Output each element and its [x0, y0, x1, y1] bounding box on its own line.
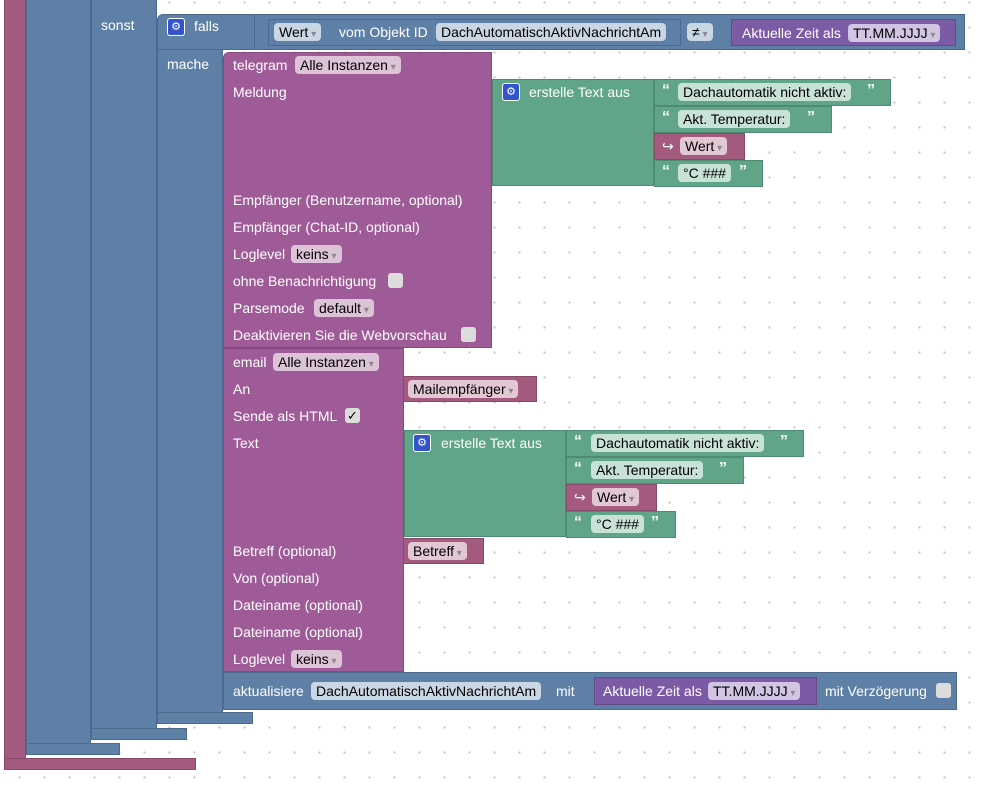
- text-field[interactable]: °C ###: [591, 515, 644, 533]
- email-instance-dropdown[interactable]: Alle Instanzen: [273, 353, 379, 371]
- quote-close-icon: ”: [651, 514, 659, 531]
- loglevel-dropdown[interactable]: keins: [291, 245, 342, 263]
- delay-checkbox[interactable]: [936, 683, 951, 698]
- silent-checkbox[interactable]: [388, 273, 403, 288]
- update-label: aktualisiere: [233, 683, 304, 699]
- value-dropdown[interactable]: Wert: [274, 23, 322, 41]
- recipient-chat-label: Empfänger (Chat-ID, optional): [233, 219, 420, 235]
- quote-close-icon: ”: [719, 460, 727, 477]
- text-join-label: erstelle Text aus: [529, 84, 630, 100]
- quote-open-icon: “: [662, 82, 670, 99]
- return-arrow-icon: ↪: [662, 138, 674, 154]
- email-label: email: [233, 354, 267, 370]
- filename-label: Dateiname (optional): [233, 624, 363, 640]
- subject-label: Betreff (optional): [233, 543, 337, 559]
- text-field[interactable]: Akt. Temperatur:: [591, 461, 704, 479]
- html-checkbox[interactable]: ✓: [345, 408, 360, 423]
- text-label: Text: [233, 435, 259, 451]
- quote-open-icon: “: [574, 514, 582, 531]
- text-field[interactable]: Dachautomatik nicht aktiv:: [678, 83, 852, 101]
- outer-variable-block[interactable]: [4, 0, 26, 770]
- text-field[interactable]: °C ###: [678, 164, 731, 182]
- parsemode-dropdown[interactable]: default: [314, 299, 374, 317]
- return-arrow-icon: ↪: [574, 489, 586, 505]
- else-block-bottom: [91, 728, 187, 740]
- text-field[interactable]: Akt. Temperatur:: [678, 110, 791, 128]
- silent-label: ohne Benachrichtigung: [233, 273, 377, 289]
- gear-icon[interactable]: ⚙: [413, 434, 431, 452]
- if-block-bottom: [157, 712, 253, 724]
- disable-preview-checkbox[interactable]: [461, 327, 476, 342]
- outer-block-bottom: [4, 758, 196, 770]
- with-label: mit: [556, 683, 575, 699]
- from-label: Von (optional): [233, 570, 320, 586]
- delay-label: mit Verzögerung: [825, 683, 927, 699]
- disable-preview-label: Deaktivieren Sie die Webvorschau: [233, 327, 447, 343]
- html-label: Sende als HTML: [233, 408, 338, 424]
- quote-open-icon: “: [574, 433, 582, 450]
- quote-open-icon: “: [662, 109, 670, 126]
- time-format-dropdown[interactable]: TT.MM.JJJJ: [848, 24, 941, 42]
- quote-close-icon: ”: [780, 433, 788, 450]
- time-label: Aktuelle Zeit als: [603, 683, 702, 699]
- recipient-user-label: Empfänger (Benutzername, optional): [233, 192, 463, 208]
- value-dropdown[interactable]: Wert: [592, 488, 640, 506]
- parsemode-label: Parsemode: [233, 300, 305, 316]
- outer-logic-bottom: [26, 743, 120, 755]
- loglevel-label: Loglevel: [233, 246, 286, 262]
- gear-icon[interactable]: ⚙: [502, 83, 520, 101]
- recipient-variable-dropdown[interactable]: Mailempfänger: [408, 380, 519, 398]
- quote-close-icon: ”: [807, 109, 815, 126]
- else-label: sonst: [101, 17, 135, 33]
- to-label: An: [233, 381, 251, 397]
- telegram-label: telegram: [233, 57, 288, 73]
- object-label: vom Objekt ID: [339, 24, 428, 40]
- time-format-dropdown[interactable]: TT.MM.JJJJ: [708, 682, 801, 700]
- if-label: falls: [194, 18, 219, 34]
- telegram-instance-dropdown[interactable]: Alle Instanzen: [295, 56, 401, 74]
- quote-open-icon: “: [662, 163, 670, 180]
- operator-dropdown[interactable]: ≠: [687, 23, 713, 41]
- if-do-column: [157, 49, 223, 720]
- subject-variable-dropdown[interactable]: Betreff: [408, 542, 467, 560]
- quote-close-icon: ”: [867, 82, 875, 99]
- email-loglevel-label: Loglevel: [233, 651, 286, 667]
- filename-label: Dateiname (optional): [233, 597, 363, 613]
- text-join-label: erstelle Text aus: [441, 435, 542, 451]
- else-block[interactable]: [91, 0, 157, 730]
- update-object-id-field[interactable]: DachAutomatischAktivNachrichtAm: [311, 682, 542, 700]
- time-label: Aktuelle Zeit als: [742, 25, 841, 41]
- quote-close-icon: ”: [739, 163, 747, 180]
- message-label: Meldung: [233, 84, 287, 100]
- outer-logic-block[interactable]: [26, 0, 91, 745]
- text-field[interactable]: Dachautomatik nicht aktiv:: [591, 434, 765, 452]
- value-dropdown[interactable]: Wert: [680, 137, 728, 155]
- email-loglevel-dropdown[interactable]: keins: [291, 650, 342, 668]
- object-id-field[interactable]: DachAutomatischAktivNachrichtAm: [436, 23, 667, 41]
- quote-open-icon: “: [574, 460, 582, 477]
- gear-icon[interactable]: ⚙: [167, 18, 185, 36]
- do-label: mache: [167, 56, 210, 72]
